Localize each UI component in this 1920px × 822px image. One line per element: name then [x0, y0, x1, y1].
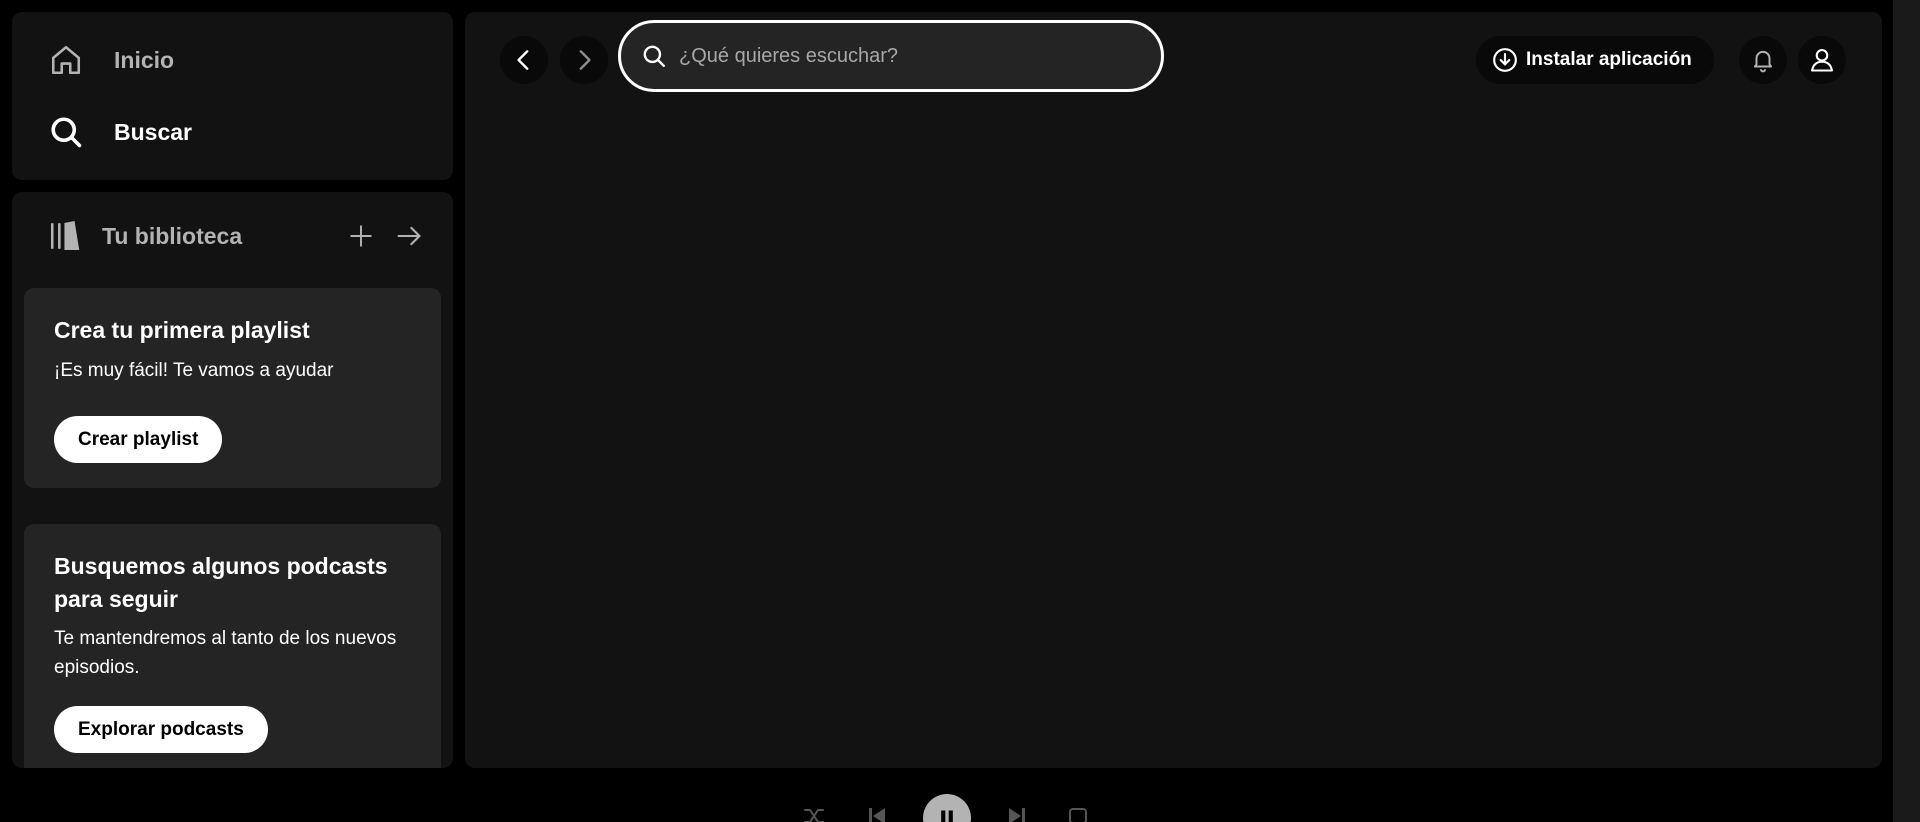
- home-icon: [48, 42, 84, 78]
- chevron-left-icon: [511, 47, 537, 73]
- notifications-button[interactable]: [1739, 36, 1787, 84]
- forward-button[interactable]: [560, 36, 608, 84]
- card-subtitle: Te mantendremos al tanto de los nuevos e…: [54, 628, 397, 678]
- repeat-icon[interactable]: [1064, 802, 1092, 822]
- create-playlist-button[interactable]: Crear playlist: [54, 416, 223, 463]
- search-icon: [48, 114, 84, 150]
- shuffle-icon[interactable]: [800, 802, 828, 822]
- card-subtitle: ¡Es muy fácil! Te vamos a ayudar: [54, 360, 334, 381]
- browse-podcasts-card: Busquemos algunos podcasts para seguir T…: [24, 524, 441, 768]
- pause-icon[interactable]: [923, 794, 971, 822]
- main-panel: Instalar aplicación: [465, 12, 1882, 768]
- back-button[interactable]: [500, 36, 548, 84]
- search-icon: [639, 41, 669, 71]
- nav-item-home[interactable]: Inicio: [48, 36, 174, 84]
- search-box[interactable]: [618, 20, 1164, 92]
- skip-forward-icon[interactable]: [1003, 802, 1031, 822]
- plus-icon[interactable]: [337, 212, 385, 260]
- nav-item-search[interactable]: Buscar: [48, 108, 192, 156]
- skip-back-icon[interactable]: [863, 802, 891, 822]
- window-scrollbar[interactable]: [1893, 0, 1920, 822]
- nav-panel: Inicio Buscar: [12, 12, 453, 180]
- card-title: Busquemos algunos podcasts para seguir: [54, 553, 388, 612]
- library-header: Tu biblioteca: [48, 212, 433, 260]
- browse-podcasts-button[interactable]: Explorar podcasts: [54, 706, 268, 753]
- player-controls: [780, 790, 1100, 822]
- nav-search-label: Buscar: [114, 118, 192, 145]
- library-icon[interactable]: [48, 212, 82, 260]
- arrow-right-icon[interactable]: [385, 212, 433, 260]
- card-title: Crea tu primera playlist: [54, 317, 310, 343]
- profile-button[interactable]: [1798, 36, 1846, 84]
- library-panel: Tu biblioteca Crea tu primera playlist ¡…: [12, 192, 453, 768]
- install-app-button[interactable]: Instalar aplicación: [1476, 36, 1714, 84]
- user-icon: [1808, 46, 1836, 74]
- bell-icon: [1750, 47, 1776, 73]
- install-app-label: Instalar aplicación: [1526, 49, 1692, 70]
- nav-home-label: Inicio: [114, 46, 175, 73]
- download-circle-icon: [1492, 47, 1518, 73]
- chevron-right-icon: [571, 47, 597, 73]
- library-title[interactable]: Tu biblioteca: [102, 223, 242, 250]
- search-input[interactable]: [679, 44, 1161, 68]
- create-playlist-card: Crea tu primera playlist ¡Es muy fácil! …: [24, 288, 441, 488]
